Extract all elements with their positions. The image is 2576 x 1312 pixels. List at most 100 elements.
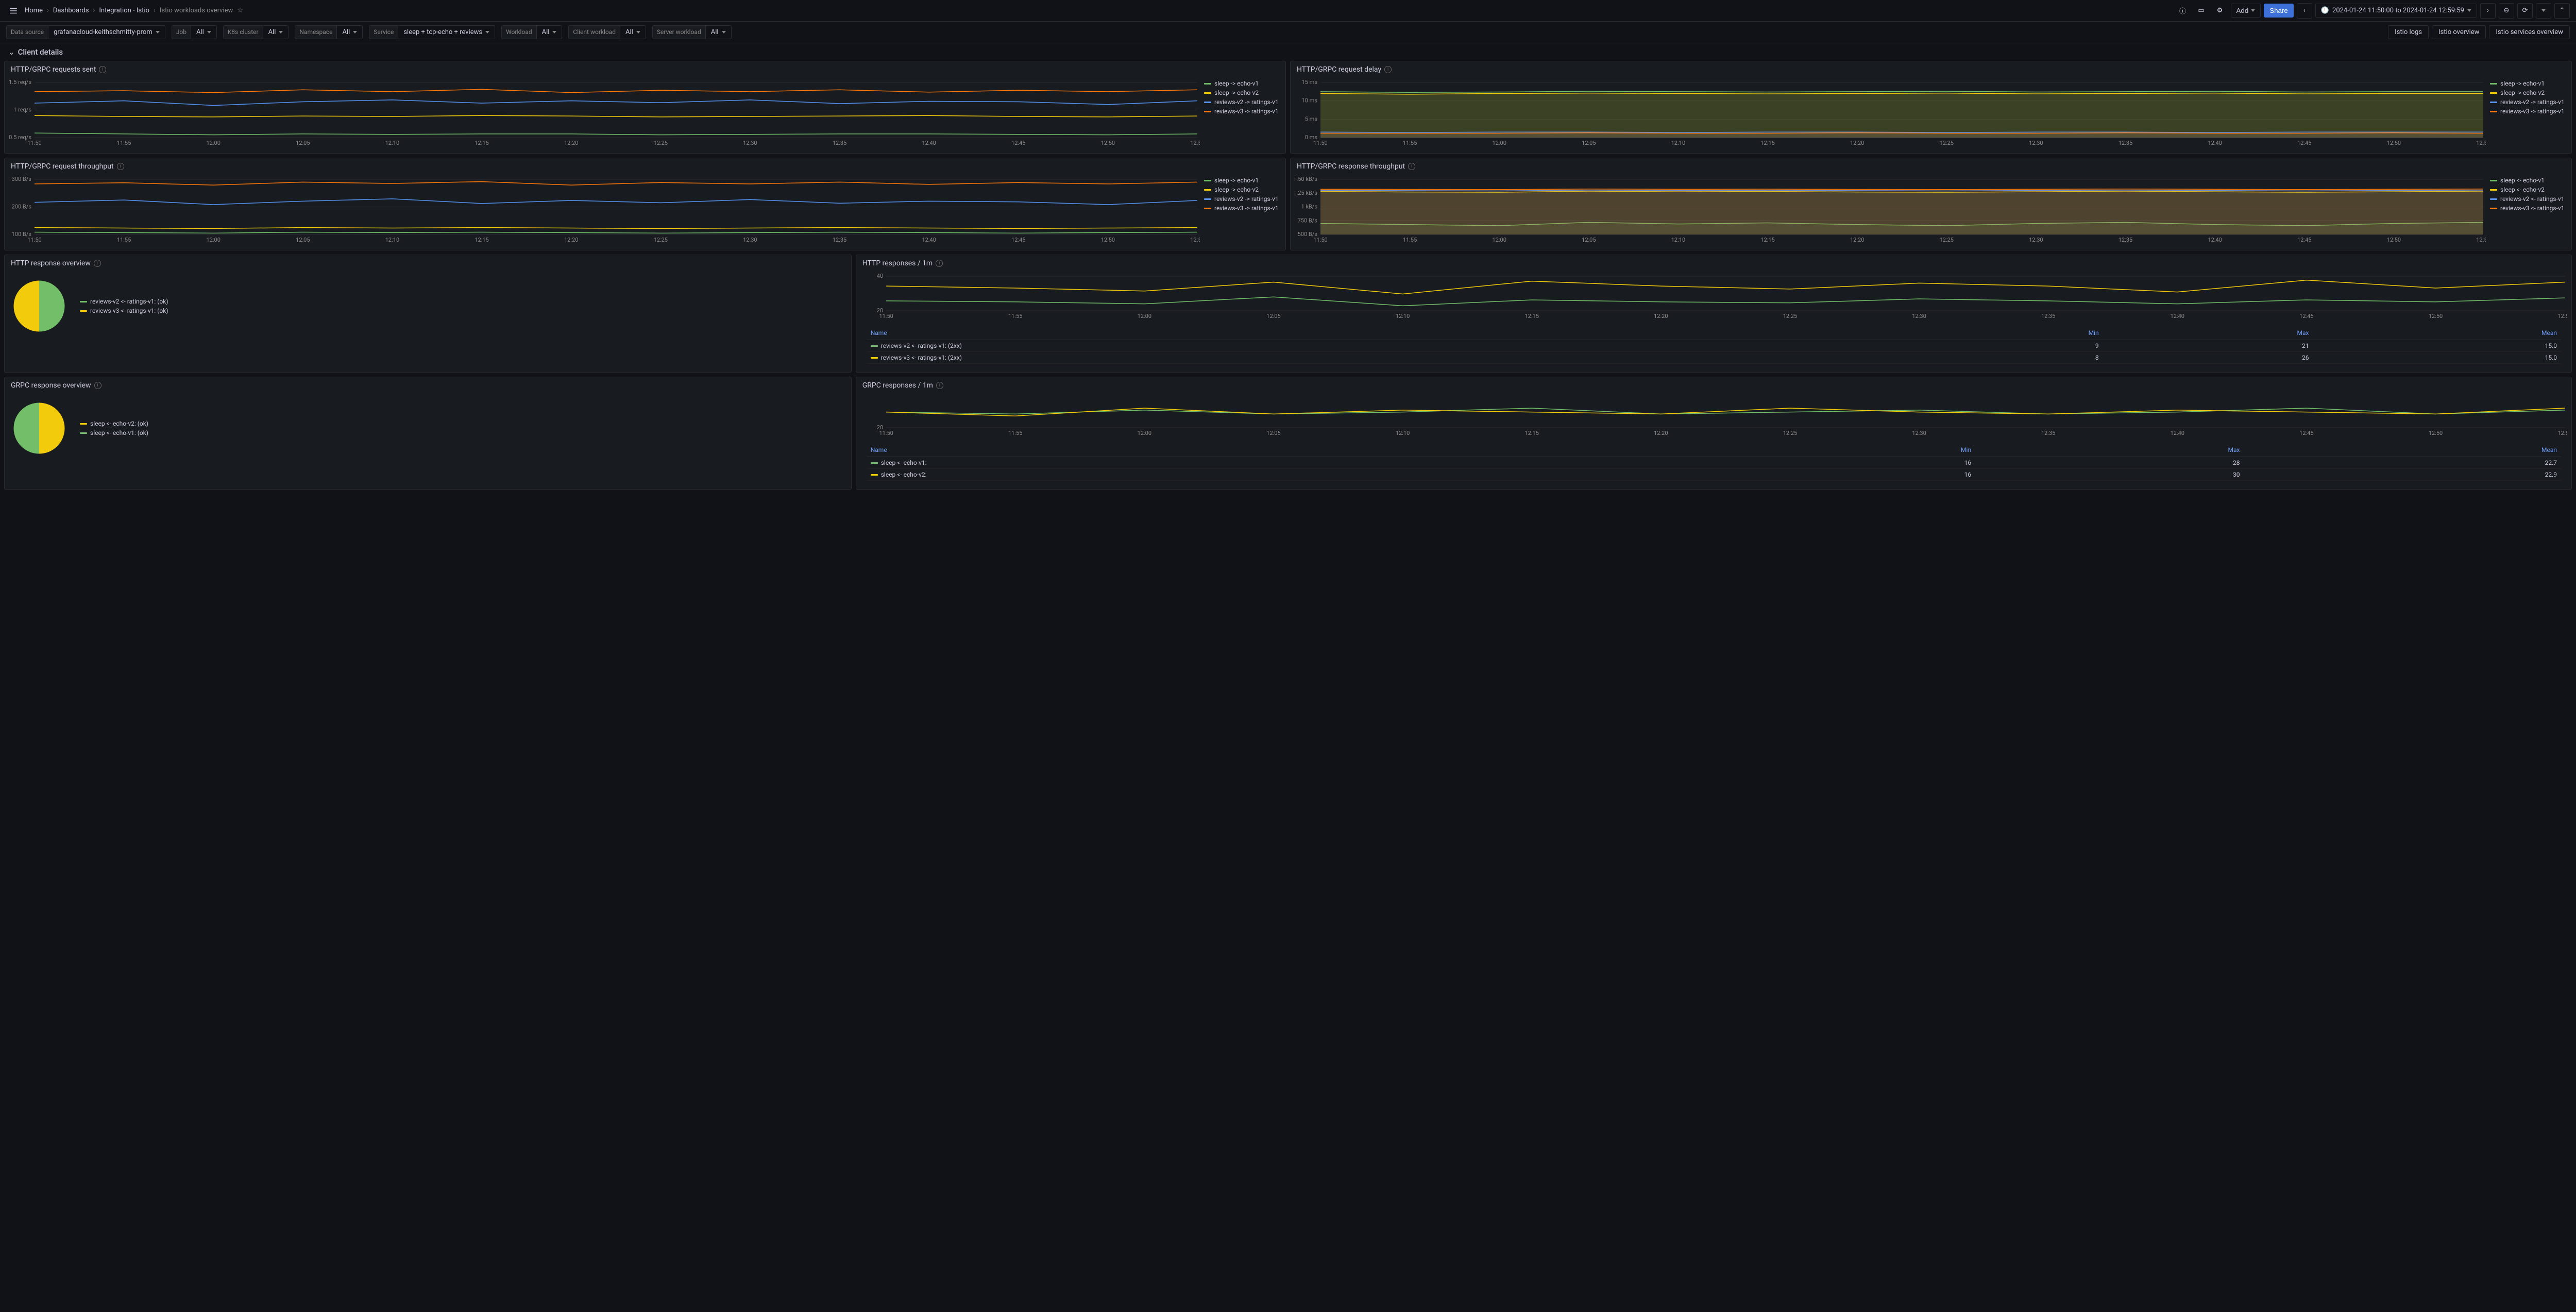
panel-title: HTTP/GRPC requests sent [11,65,96,74]
hamburger-icon [9,6,18,15]
workload-select[interactable]: All [536,25,563,39]
legend-item[interactable]: reviews-v3 -> ratings-v1 [2490,108,2567,115]
col-min[interactable]: Min [1727,443,1975,457]
col-name[interactable]: Name [867,443,1727,457]
chart[interactable]: 100 B/s200 B/s300 B/s11:5011:5512:0012:0… [9,177,1200,244]
hamburger-menu[interactable] [6,4,21,18]
table-row[interactable]: reviews-v2 <- ratings-v1: (2xx)92115.0 [867,340,2561,352]
zoom-out-button[interactable]: ⊖ [2499,3,2514,19]
add-button[interactable]: Add [2231,4,2261,18]
legend-item[interactable]: reviews-v2 -> ratings-v1 [2490,98,2567,106]
service-select[interactable]: sleep + tcp-echo + reviews [398,25,495,39]
breadcrumb-integration[interactable]: Integration - Istio [99,7,149,14]
server-workload-select[interactable]: All [705,25,732,39]
col-min[interactable]: Min [1908,326,2103,340]
svg-text:10 ms: 10 ms [1302,97,1318,104]
svg-text:12:25: 12:25 [1783,430,1797,436]
time-range-picker[interactable]: 🕘 2024-01-24 11:50:00 to 2024-01-24 12:5… [2315,4,2477,18]
table-row[interactable]: sleep <- echo-v1:162822.7 [867,457,2561,469]
job-select[interactable]: All [191,25,217,39]
svg-text:12:55: 12:55 [1190,140,1200,146]
legend-item[interactable]: sleep -> echo-v2 [1204,186,1281,193]
info-icon[interactable]: i [936,260,943,267]
gear-icon[interactable]: ⚙ [2212,3,2228,19]
svg-text:12:40: 12:40 [2170,430,2184,436]
svg-text:12:20: 12:20 [564,237,578,243]
swatch [80,310,87,312]
swatch [1204,111,1211,112]
legend-item[interactable]: sleep <- echo-v1: (ok) [80,429,157,436]
legend-item[interactable]: sleep <- echo-v2: (ok) [80,420,157,427]
chart[interactable]: 2011:5011:5512:0012:0512:1012:1512:2012:… [860,396,2567,437]
breadcrumb-home[interactable]: Home [25,7,43,14]
svg-text:12:35: 12:35 [2041,430,2055,436]
chart[interactable]: 0 ms5 ms10 ms15 ms11:5011:5512:0012:0512… [1295,80,2486,147]
donut-chart[interactable] [11,400,67,457]
section-header[interactable]: ⌄ Client details [0,43,2576,61]
star-icon[interactable]: ☆ [237,7,243,14]
istio-overview-link[interactable]: Istio overview [2432,25,2486,39]
info-icon[interactable]: ⓘ [2175,3,2191,19]
legend-item[interactable]: reviews-v2 <- ratings-v1 [2490,195,2567,203]
prev-time-button[interactable]: ‹ [2297,3,2312,19]
legend-item[interactable]: reviews-v3 <- ratings-v1 [2490,205,2567,212]
table-row[interactable]: reviews-v3 <- ratings-v1: (2xx)82615.0 [867,352,2561,364]
legend-item[interactable]: reviews-v3 -> ratings-v1 [1204,205,1281,212]
istio-logs-link[interactable]: Istio logs [2388,25,2429,39]
svg-text:200 B/s: 200 B/s [12,204,32,210]
refresh-interval-button[interactable] [2536,3,2551,19]
swatch [80,301,87,302]
k8s-cluster-select[interactable]: All [263,25,289,39]
col-mean[interactable]: Mean [2244,443,2561,457]
legend-item[interactable]: sleep -> echo-v2 [2490,89,2567,96]
svg-text:12:10: 12:10 [1396,430,1410,436]
chart[interactable]: 0.5 req/s1 req/s1.5 req/s11:5011:5512:00… [9,80,1200,147]
info-icon[interactable]: i [94,382,101,389]
svg-text:15 ms: 15 ms [1302,80,1318,86]
swatch [80,423,87,425]
client-workload-select[interactable]: All [620,25,646,39]
namespace-select[interactable]: All [336,25,363,39]
breadcrumb-dashboards[interactable]: Dashboards [53,7,89,14]
info-icon[interactable]: i [1408,163,1415,170]
next-time-button[interactable]: › [2480,3,2496,19]
tv-icon[interactable]: ▭ [2194,3,2209,19]
legend-item[interactable]: reviews-v3 -> ratings-v1 [1204,108,1281,115]
data-source-select[interactable]: grafanacloud-keithschmitty-prom [48,25,165,39]
legend-item[interactable]: sleep <- echo-v2 [2490,186,2567,193]
svg-text:12:20: 12:20 [1654,313,1668,319]
legend-item[interactable]: reviews-v2 -> ratings-v1 [1204,195,1281,203]
col-mean[interactable]: Mean [2313,326,2561,340]
istio-services-link[interactable]: Istio services overview [2489,25,2570,39]
chart[interactable]: 204011:5011:5512:0012:0512:1012:1512:201… [860,274,2567,320]
legend-item[interactable]: sleep -> echo-v2 [1204,89,1281,96]
svg-text:12:00: 12:00 [1137,313,1151,319]
chart[interactable]: 500 B/s750 B/s1 kB/s1.25 kB/s1.50 kB/s11… [1295,177,2486,244]
donut-chart[interactable] [11,278,67,334]
panel-http-response-overview: HTTP response overviewi reviews-v2 <- ra… [4,255,852,373]
table-row[interactable]: sleep <- echo-v2:163022.9 [867,469,2561,481]
svg-text:12:40: 12:40 [2170,313,2184,319]
legend-item[interactable]: sleep -> echo-v1 [2490,80,2567,87]
svg-text:12:05: 12:05 [1582,237,1596,243]
legend-item[interactable]: sleep -> echo-v1 [1204,80,1281,87]
info-icon[interactable]: i [94,260,101,267]
legend: sleep -> echo-v1 sleep -> echo-v2 review… [1204,177,1281,246]
col-max[interactable]: Max [1975,443,2244,457]
share-button[interactable]: Share [2264,4,2294,18]
info-icon[interactable]: i [936,382,943,389]
col-name[interactable]: Name [867,326,1909,340]
info-icon[interactable]: i [1384,66,1392,73]
swatch [2490,180,2497,181]
legend-item[interactable]: sleep -> echo-v1 [1204,177,1281,184]
legend-item[interactable]: reviews-v3 <- ratings-v1: (ok) [80,307,168,314]
collapse-button[interactable]: ⌃ [2554,3,2570,19]
legend-item[interactable]: reviews-v2 <- ratings-v1: (ok) [80,298,168,305]
col-max[interactable]: Max [2103,326,2313,340]
legend-item[interactable]: reviews-v2 -> ratings-v1 [1204,98,1281,106]
info-icon[interactable]: i [99,66,106,73]
legend-item[interactable]: sleep <- echo-v1 [2490,177,2567,184]
refresh-button[interactable]: ⟳ [2517,3,2533,19]
svg-text:12:05: 12:05 [1266,313,1280,319]
info-icon[interactable]: i [117,163,124,170]
